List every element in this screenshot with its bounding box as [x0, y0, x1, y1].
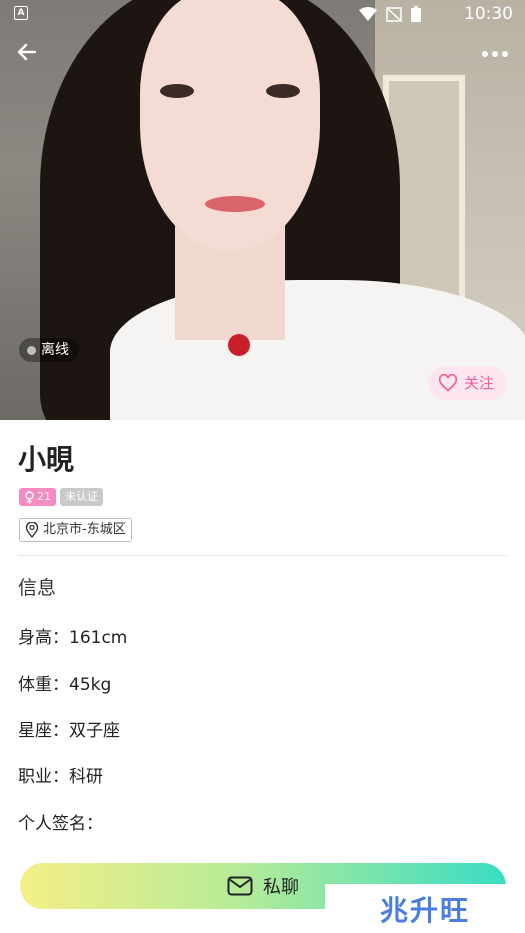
gender-age-badge: 21: [19, 488, 56, 506]
info-occupation: 职业：科研: [18, 767, 103, 787]
more-options-icon[interactable]: [477, 40, 513, 70]
follow-label: 关注: [464, 374, 495, 392]
status-label: 离线: [41, 342, 69, 358]
location-tag: 北京市-东城区: [19, 518, 132, 542]
back-arrow-icon[interactable]: [12, 40, 42, 70]
location-label: 北京市-东城区: [43, 522, 126, 537]
status-dot-icon: [27, 345, 36, 355]
info-height: 身高：161cm: [18, 628, 128, 648]
verification-badge: 未认证: [60, 488, 103, 506]
online-status-badge: 离线: [19, 338, 79, 362]
follow-button[interactable]: 关注: [428, 366, 507, 400]
status-bar: A 10:30: [0, 0, 525, 28]
info-weight: 体重：45kg: [18, 675, 112, 695]
female-icon: [25, 490, 34, 504]
location-pin-icon: [25, 522, 39, 538]
photo-eye: [266, 84, 300, 98]
status-time: 10:30: [464, 4, 513, 24]
info-zodiac: 星座：双子座: [18, 721, 120, 741]
wifi-signal-battery-icon: [359, 6, 421, 22]
divider: [18, 555, 507, 556]
profile-badges: 21 未认证: [19, 488, 103, 506]
age-label: 21: [37, 490, 51, 503]
photo-face: [140, 0, 320, 250]
profile-name: 小晛: [18, 443, 75, 476]
status-icons: [357, 5, 437, 27]
chat-label: 私聊: [263, 877, 299, 898]
info-section-title: 信息: [18, 577, 57, 599]
heart-icon: [438, 374, 458, 392]
photo-lips: [205, 196, 265, 212]
profile-photo[interactable]: [0, 0, 525, 420]
watermark-text: 兆升旺: [379, 893, 470, 927]
info-signature: 个人签名：: [18, 814, 103, 834]
mail-icon: [227, 876, 253, 896]
app-indicator-icon: A: [14, 6, 28, 20]
photo-eye: [160, 84, 194, 98]
watermark-logo: 兆升旺: [325, 884, 525, 933]
photo-pendant: [228, 334, 250, 356]
